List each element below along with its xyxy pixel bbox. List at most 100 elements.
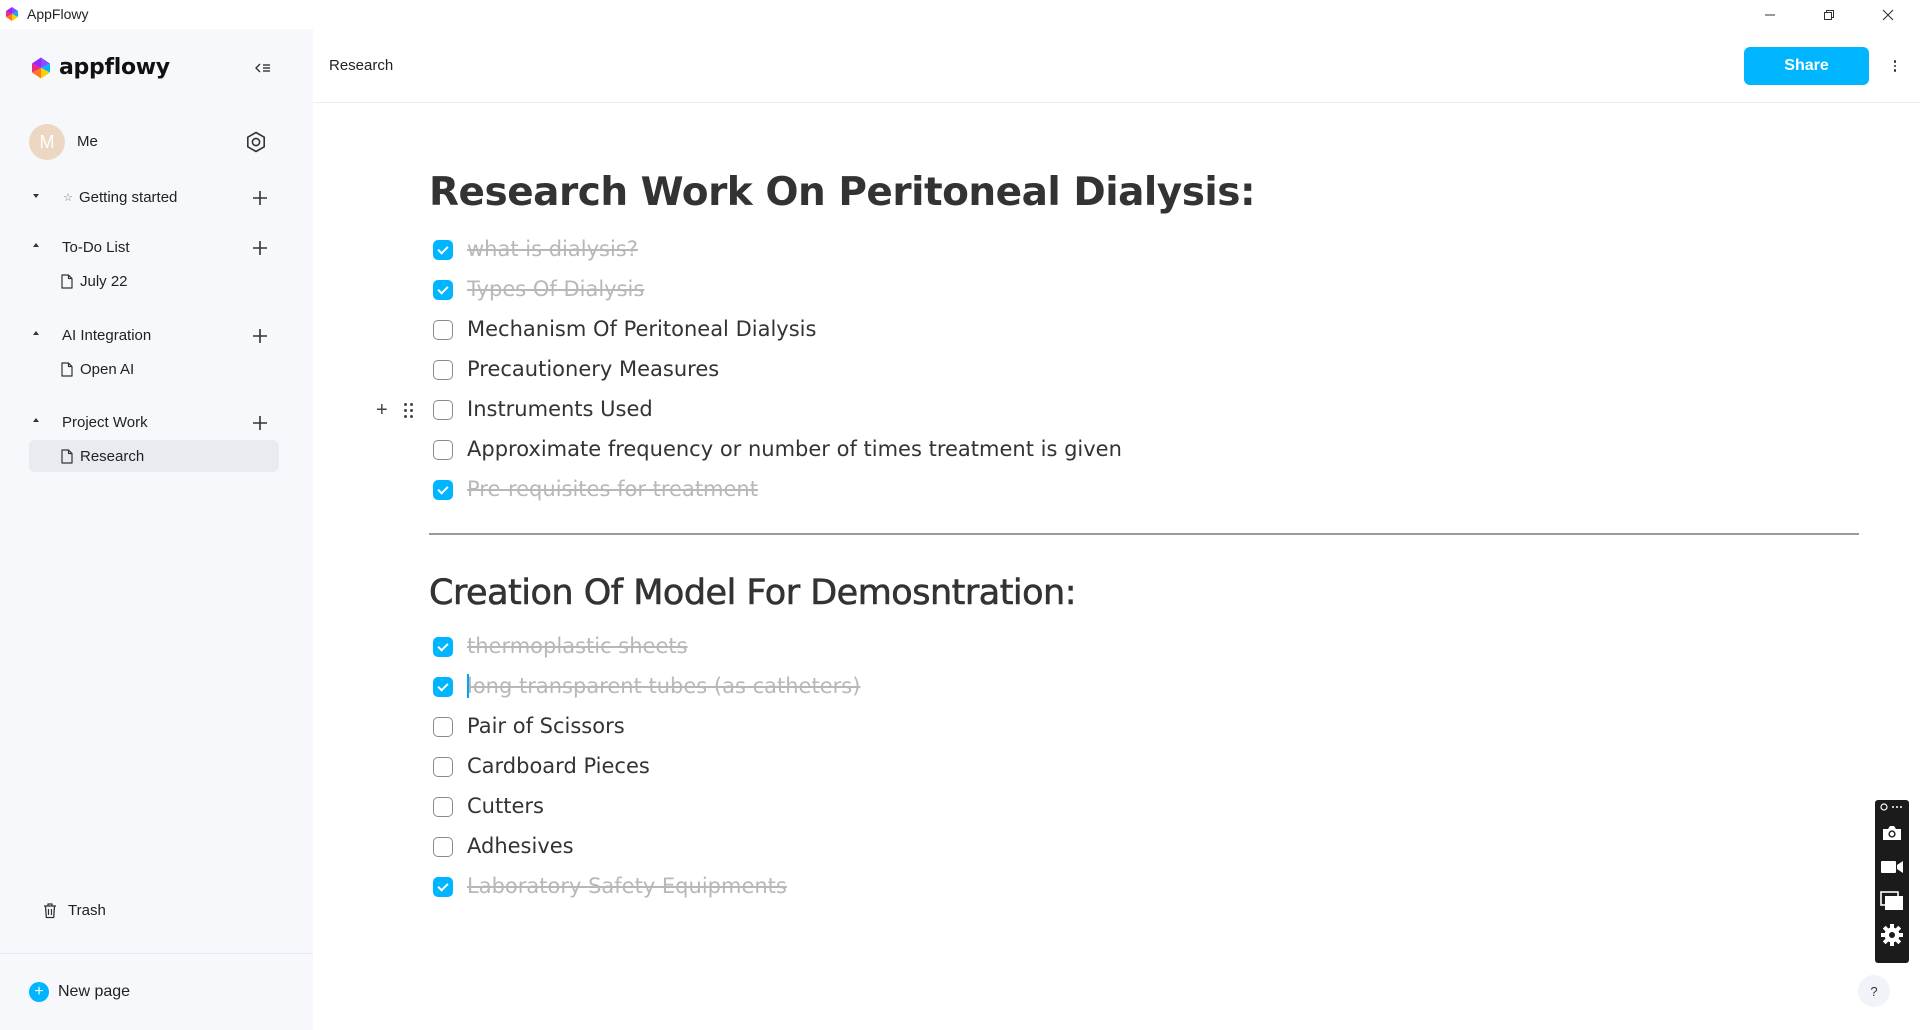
page-label: July 22 <box>80 273 128 290</box>
more-dot-icon <box>1893 60 1897 63</box>
todo-item[interactable]: Mechanism Of Peritoneal Dialysis <box>433 315 1433 345</box>
checkbox[interactable] <box>433 717 453 737</box>
todo-item[interactable]: long transparent tubes (as catheters) <box>433 672 1433 702</box>
todo-text[interactable]: Cardboard Pieces <box>467 754 650 778</box>
checkbox[interactable] <box>433 837 453 857</box>
checkbox[interactable] <box>433 440 453 460</box>
avatar[interactable]: M <box>29 124 65 160</box>
breadcrumb[interactable]: Research <box>329 57 393 74</box>
todo-item[interactable]: Precautionery Measures <box>433 355 1433 385</box>
add-block-icon[interactable]: + <box>376 400 388 420</box>
todo-text[interactable]: Cutters <box>467 794 544 818</box>
todo-text[interactable]: Instruments Used <box>467 397 653 421</box>
sidebar-divider <box>0 953 313 954</box>
close-button[interactable] <box>1858 0 1918 29</box>
more-options-button[interactable] <box>1887 51 1903 81</box>
section-label: Project Work <box>62 414 148 431</box>
todo-text[interactable]: long transparent tubes (as catheters) <box>467 674 860 698</box>
checkbox[interactable] <box>433 360 453 380</box>
recorder-toolbar <box>1875 800 1909 963</box>
add-page-icon[interactable] <box>250 238 270 258</box>
add-page-icon[interactable] <box>250 188 270 208</box>
checkbox[interactable] <box>433 877 453 897</box>
brand-name: appflowy <box>59 55 170 80</box>
section-label: To-Do List <box>62 239 130 256</box>
restore-button[interactable] <box>1799 0 1859 29</box>
checkbox[interactable] <box>433 240 453 260</box>
section-todo-list: To-Do List July 22 <box>29 235 279 297</box>
todo-text[interactable]: Pair of Scissors <box>467 714 625 738</box>
share-button[interactable]: Share <box>1744 47 1869 85</box>
checkbox[interactable] <box>433 757 453 777</box>
add-page-icon[interactable] <box>250 326 270 346</box>
todo-item[interactable]: what is dialysis? <box>433 235 1433 265</box>
minimize-button[interactable] <box>1740 0 1800 29</box>
checkbox[interactable] <box>433 320 453 340</box>
chevron-up-icon[interactable] <box>33 418 39 422</box>
todo-item[interactable]: Cardboard Pieces <box>433 752 1433 782</box>
appflowy-logo-icon <box>6 7 18 21</box>
todo-text[interactable]: Laboratory Safety Equipments <box>467 874 787 898</box>
windows-button[interactable] <box>1879 888 1905 914</box>
todo-item[interactable]: Laboratory Safety Equipments <box>433 872 1433 902</box>
trash-button[interactable]: Trash <box>42 902 106 919</box>
minimize-icon <box>1765 14 1775 15</box>
checkbox[interactable] <box>433 797 453 817</box>
section-row[interactable]: Project Work <box>29 410 279 436</box>
sidebar-item-open-ai[interactable]: Open AI <box>29 353 279 385</box>
sidebar-item-july-22[interactable]: July 22 <box>29 265 279 297</box>
chevron-up-icon[interactable] <box>33 243 39 247</box>
chevron-down-icon[interactable] <box>33 194 39 198</box>
help-button[interactable]: ? <box>1858 975 1890 1007</box>
page-label: Open AI <box>80 361 135 378</box>
todo-item[interactable]: Approximate frequency or number of times… <box>433 435 1433 465</box>
checkbox[interactable] <box>433 280 453 300</box>
section-row[interactable]: AI Integration <box>29 323 279 349</box>
recorder-menu-button[interactable] <box>1879 800 1905 814</box>
todo-item[interactable]: thermoplastic sheets <box>433 632 1433 662</box>
section-row[interactable]: To-Do List <box>29 235 279 261</box>
todo-item[interactable]: Adhesives <box>433 832 1433 862</box>
add-page-icon[interactable] <box>250 413 270 433</box>
todo-text[interactable]: what is dialysis? <box>467 237 638 261</box>
section-project-work: Project Work Research <box>29 410 279 472</box>
todo-item[interactable]: Pre-requisites for treatment <box>433 475 1433 505</box>
brand: appflowy <box>29 55 170 80</box>
todo-item[interactable]: Types Of Dialysis <box>433 275 1433 305</box>
more-dot-icon <box>1893 69 1897 72</box>
todo-item[interactable]: Cutters <box>433 792 1433 822</box>
checkbox[interactable] <box>433 677 453 697</box>
todo-text[interactable]: thermoplastic sheets <box>467 634 688 658</box>
collapse-sidebar-icon <box>255 63 270 73</box>
todo-text[interactable]: Adhesives <box>467 834 574 858</box>
todo-item[interactable]: Pair of Scissors <box>433 712 1433 742</box>
new-page-label: New page <box>58 983 131 1000</box>
todo-text[interactable]: Mechanism Of Peritoneal Dialysis <box>467 317 816 341</box>
new-page-button[interactable]: + New page <box>29 982 130 1002</box>
sidebar-item-research[interactable]: Research <box>29 440 279 472</box>
recorder-settings-button[interactable] <box>1879 922 1905 948</box>
camera-icon <box>1883 826 1901 840</box>
todo-text[interactable]: Approximate frequency or number of times… <box>467 437 1122 461</box>
appflowy-logo-icon <box>32 57 50 78</box>
heading-research[interactable]: Research Work On Peritoneal Dialysis: <box>429 170 1256 215</box>
record-video-button[interactable] <box>1879 854 1905 880</box>
checkbox[interactable] <box>433 480 453 500</box>
todo-text[interactable]: Precautionery Measures <box>467 357 719 381</box>
section-label: AI Integration <box>62 327 152 344</box>
page-label: Research <box>80 448 145 465</box>
checkbox[interactable] <box>433 637 453 657</box>
todo-text[interactable]: Pre-requisites for treatment <box>467 477 758 501</box>
checkbox[interactable] <box>433 400 453 420</box>
user-name: Me <box>77 133 98 150</box>
chevron-up-icon[interactable] <box>33 331 39 335</box>
heading-model-creation[interactable]: Creation Of Model For Demosntration: <box>429 573 1077 614</box>
todo-text[interactable]: Types Of Dialysis <box>467 277 644 301</box>
section-row[interactable]: ☆ Getting started <box>29 185 279 211</box>
screenshot-button[interactable] <box>1879 820 1905 846</box>
drag-handle-icon[interactable] <box>404 403 414 419</box>
collapse-sidebar-button[interactable] <box>252 57 274 79</box>
settings-button[interactable] <box>244 130 268 154</box>
todo-item[interactable]: Instruments Used <box>433 395 1433 425</box>
user-row[interactable]: M Me <box>29 124 279 160</box>
